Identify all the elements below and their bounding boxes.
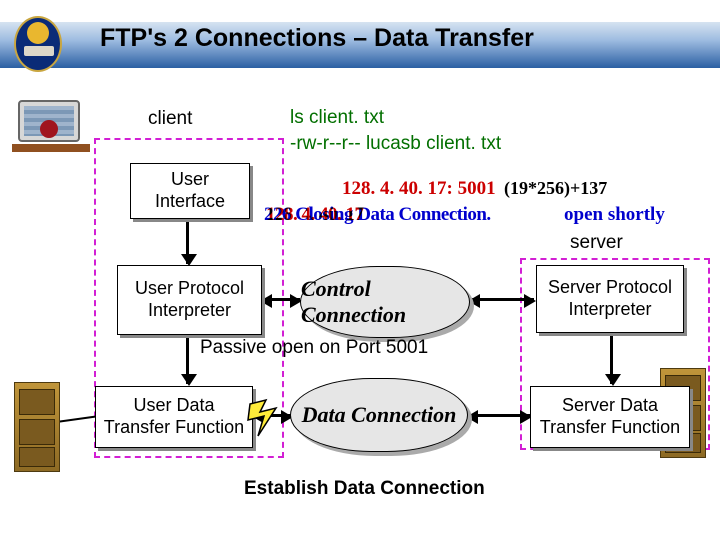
lightning-connection-icon <box>246 392 290 438</box>
arrow-data-to-sdt <box>468 414 530 417</box>
control-connection-cloud: Control Connection <box>300 266 470 338</box>
server-data-transfer-box: Server Data Transfer Function <box>530 386 690 448</box>
arrow-upi-to-udt <box>186 336 189 384</box>
user-data-transfer-box: User Data Transfer Function <box>95 386 253 448</box>
arrow-upi-to-control <box>262 298 300 301</box>
user-interface-box: User Interface <box>130 163 250 219</box>
establish-connection-note: Establish Data Connection <box>244 478 485 500</box>
passive-open-note: Passive open on Port 5001 <box>200 338 428 358</box>
terminal-line-2: -rw-r--r-- lucasb client. txt <box>290 133 501 155</box>
connector-line <box>58 415 98 423</box>
data-connection-cloud: Data Connection <box>290 378 468 452</box>
arrow-ui-to-upi <box>186 220 189 264</box>
server-protocol-interpreter-box: Server Protocol Interpreter <box>536 265 684 333</box>
file-cabinet-icon <box>14 382 60 472</box>
user-pi-label: User Protocol Interpreter <box>122 278 257 321</box>
workstation-icon <box>12 100 90 178</box>
terminal-line-1: ls client. txt <box>290 107 384 129</box>
data-connection-label: Data Connection <box>302 402 457 428</box>
arrow-spi-to-sdt <box>610 334 613 384</box>
msg-ip-port: 128. 4. 40. 17: 5001 <box>342 178 496 200</box>
page-title: FTP's 2 Connections – Data Transfer <box>100 24 534 53</box>
server-pi-label: Server Protocol Interpreter <box>541 277 679 320</box>
user-dtf-label: User Data Transfer Function <box>100 395 248 438</box>
msg-port-calc: (19*256)+137 <box>504 178 607 199</box>
user-protocol-interpreter-box: User Protocol Interpreter <box>117 265 262 335</box>
server-dtf-label: Server Data Transfer Function <box>535 395 685 438</box>
server-label: server <box>570 232 623 254</box>
arrow-control-to-spi <box>470 298 534 301</box>
msg-server-ip: 128. 4. 40. 17 <box>266 204 364 226</box>
msg-open-shortly: open shortly <box>564 204 665 226</box>
user-interface-label: User Interface <box>135 169 245 212</box>
control-connection-label: Control Connection <box>301 276 469 328</box>
university-crest-icon <box>14 16 62 72</box>
protocol-message-overlay: 128. 4. 40. 17: 5001 (19*256)+137 226 Cl… <box>264 178 694 230</box>
client-label: client <box>148 108 192 130</box>
